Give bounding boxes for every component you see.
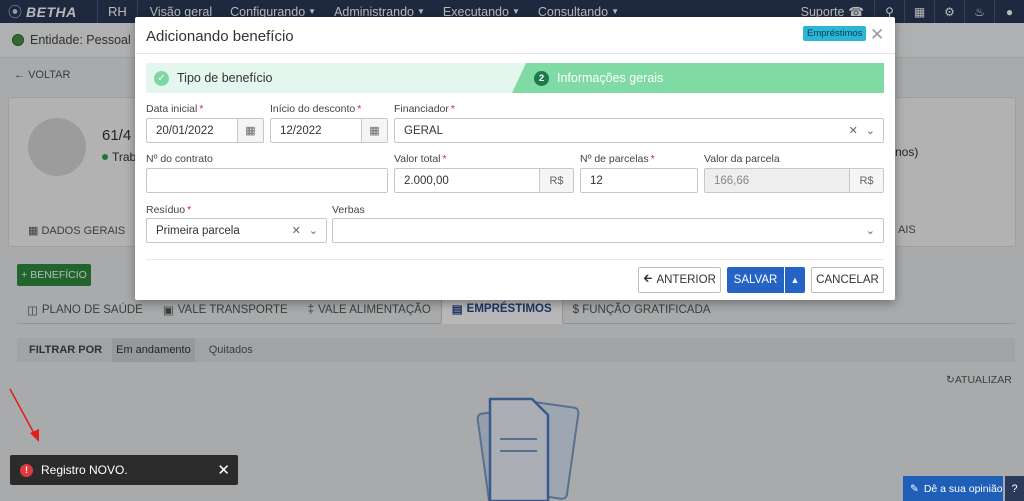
label-num-contrato: Nº do contrato <box>146 153 213 165</box>
arrow-left-icon: 🡰 <box>643 272 653 285</box>
error-icon: ! <box>20 463 33 477</box>
data-inicial-value: 20/01/2022 <box>156 124 214 137</box>
button-label: ANTERIOR <box>656 274 716 286</box>
toast-message: Registro NOVO. <box>41 463 128 477</box>
residuo-select[interactable]: Primeira parcela ✕ ⌄ <box>146 218 327 243</box>
anterior-button[interactable]: 🡰 ANTERIOR <box>638 267 721 293</box>
label-residuo: Resíduo * <box>146 204 191 216</box>
benefit-type-badge: Empréstimos <box>803 26 867 41</box>
select-controls: ⌄ <box>866 224 883 237</box>
step-informacoes-gerais[interactable]: 2 Informações gerais <box>512 63 884 93</box>
add-benefit-modal: Adicionando benefício Empréstimos ✕ ✓ Ti… <box>135 17 895 300</box>
required-marker: * <box>650 153 655 165</box>
label-verbas: Verbas <box>332 204 365 216</box>
label-text: Financiador <box>394 103 449 115</box>
num-contrato-input[interactable] <box>146 168 388 193</box>
salvar-button[interactable]: SALVAR <box>727 267 784 293</box>
label-text: Nº do contrato <box>146 153 213 165</box>
required-marker: * <box>450 103 455 115</box>
inicio-desconto-field[interactable]: 12/2022 ▦ <box>270 118 388 143</box>
inicio-desconto-value: 12/2022 <box>280 124 322 137</box>
chevron-down-icon[interactable]: ⌄ <box>866 124 875 137</box>
check-icon: ✓ <box>154 70 169 86</box>
label-text: Valor total <box>394 153 441 165</box>
step-tipo-beneficio[interactable]: ✓ Tipo de benefício <box>146 63 526 93</box>
step-label: Tipo de benefício <box>177 71 273 85</box>
valor-parcela-value: 166,66 <box>714 174 750 187</box>
chevron-down-icon[interactable]: ⌄ <box>866 224 875 237</box>
label-valor-parcela: Valor da parcela <box>704 153 780 165</box>
label-valor-total: Valor total * <box>394 153 447 165</box>
close-icon[interactable]: ✕ <box>870 25 884 45</box>
modal-title: Adicionando benefício <box>146 28 294 45</box>
label-text: Resíduo <box>146 204 186 216</box>
num-parcelas-input[interactable]: 12 <box>580 168 698 193</box>
salvar-options-button[interactable]: ▲ <box>785 267 805 293</box>
valor-parcela-input: 166,66 R$ <box>704 168 884 193</box>
label-text: Data inicial <box>146 103 198 115</box>
toast-notification: ! Registro NOVO. ✕ <box>10 455 238 485</box>
currency-addon: R$ <box>539 169 573 192</box>
valor-total-input[interactable]: 2.000,00 R$ <box>394 168 574 193</box>
valor-total-value: 2.000,00 <box>404 174 449 187</box>
residuo-value: Primeira parcela <box>156 224 240 237</box>
megaphone-icon: ✎ <box>910 482 919 495</box>
label-text: Início do desconto <box>270 103 356 115</box>
label-text: Verbas <box>332 204 365 216</box>
required-marker: * <box>357 103 362 115</box>
required-marker: * <box>187 204 192 216</box>
cancelar-button[interactable]: CANCELAR <box>811 267 884 293</box>
select-controls: ✕ ⌄ <box>292 224 326 237</box>
label-num-parcelas: Nº de parcelas * <box>580 153 655 165</box>
annotation-arrow-icon <box>9 388 39 442</box>
close-icon[interactable]: ✕ <box>217 461 230 479</box>
financiador-select[interactable]: GERAL ✕ ⌄ <box>394 118 884 143</box>
wizard-steps: ✓ Tipo de benefício 2 Informações gerais <box>146 63 884 93</box>
financiador-value: GERAL <box>404 124 443 137</box>
divider <box>135 53 895 54</box>
label-inicio-desconto: Início do desconto * <box>270 103 361 115</box>
help-button[interactable]: ? <box>1005 476 1024 501</box>
required-marker: * <box>442 153 447 165</box>
step-label: Informações gerais <box>557 71 664 85</box>
chevron-up-icon: ▲ <box>790 275 800 285</box>
label-financiador: Financiador * <box>394 103 455 115</box>
verbas-select[interactable]: ⌄ <box>332 218 884 243</box>
data-inicial-field[interactable]: 20/01/2022 ▦ <box>146 118 264 143</box>
select-controls: ✕ ⌄ <box>849 124 883 137</box>
step-number: 2 <box>534 70 549 86</box>
calendar-icon[interactable]: ▦ <box>237 119 263 142</box>
required-marker: * <box>199 103 204 115</box>
num-parcelas-value: 12 <box>590 174 603 187</box>
currency-addon: R$ <box>849 169 883 192</box>
label-text: Nº de parcelas <box>580 153 649 165</box>
label-text: Valor da parcela <box>704 153 780 165</box>
chevron-down-icon[interactable]: ⌄ <box>309 224 318 237</box>
label-data-inicial: Data inicial * <box>146 103 203 115</box>
calendar-icon[interactable]: ▦ <box>361 119 387 142</box>
feedback-label: Dê a sua opinião <box>923 482 1003 495</box>
divider <box>146 259 884 260</box>
feedback-button[interactable]: ✎ Dê a sua opinião <box>903 476 1003 501</box>
clear-icon[interactable]: ✕ <box>849 124 858 137</box>
clear-icon[interactable]: ✕ <box>292 224 301 237</box>
